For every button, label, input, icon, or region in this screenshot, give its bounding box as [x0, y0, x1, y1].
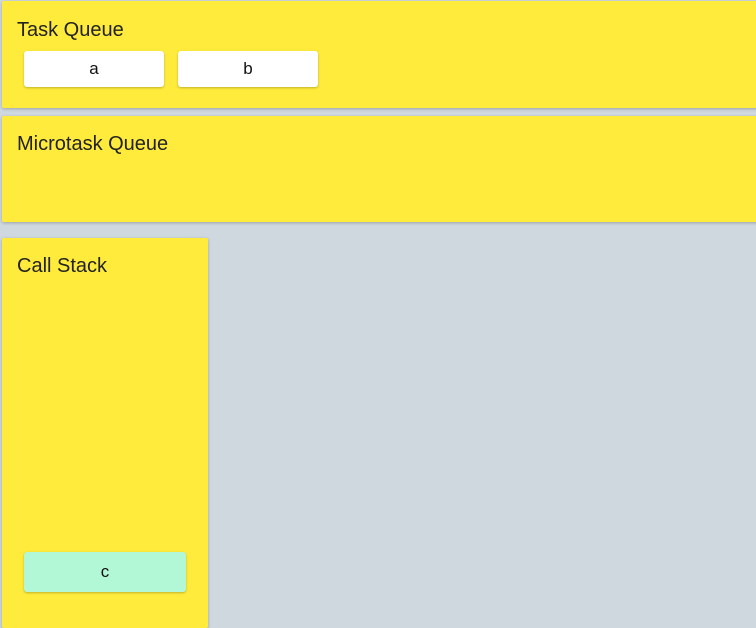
task-queue-title: Task Queue	[17, 19, 124, 41]
stack-frame-c[interactable]: c	[24, 552, 186, 592]
call-stack-panel: Call Stack c	[2, 238, 208, 628]
call-stack-title: Call Stack	[17, 255, 108, 277]
task-card-b[interactable]: b	[178, 51, 318, 87]
microtask-queue-panel: Microtask Queue	[2, 116, 756, 222]
task-queue-panel: Task Queue a b	[2, 1, 756, 108]
task-card-a[interactable]: a	[24, 51, 164, 87]
microtask-queue-title: Microtask Queue	[17, 133, 169, 155]
